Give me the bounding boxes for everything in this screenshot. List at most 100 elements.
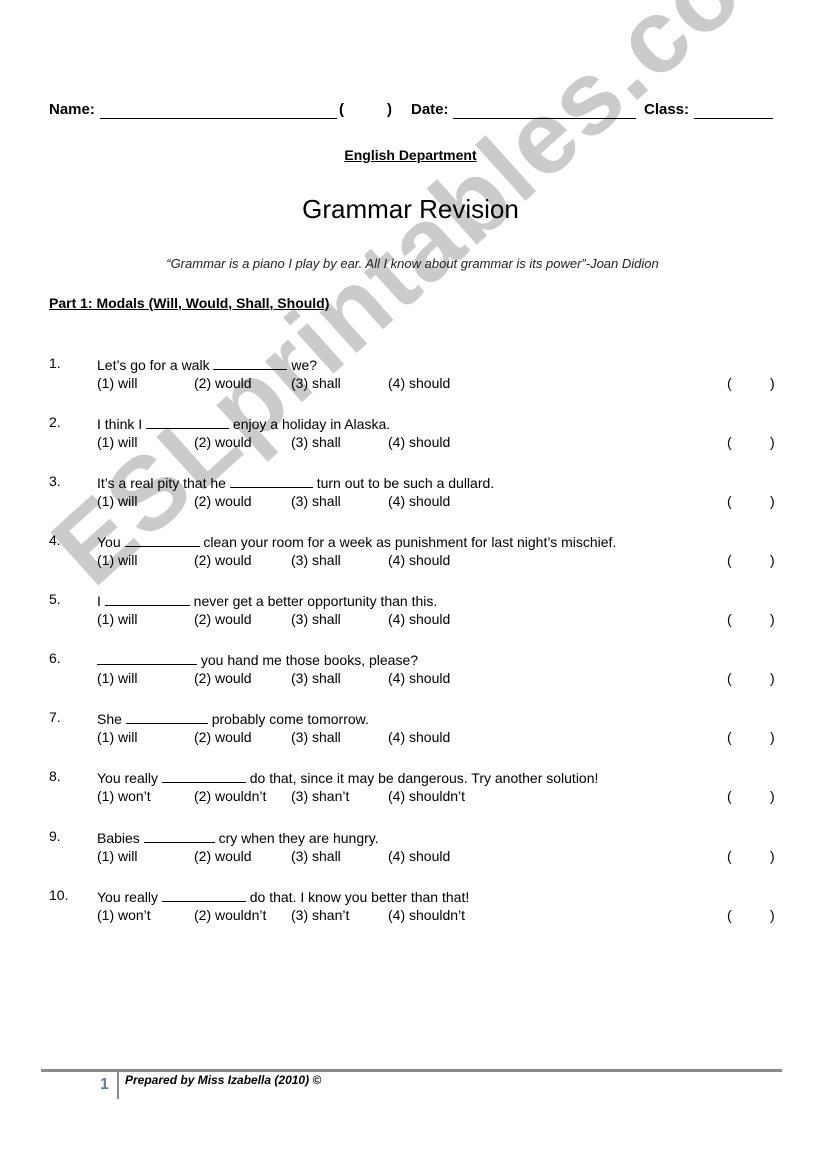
option-2[interactable]: (2) wouldn’t — [194, 907, 266, 923]
footer-divider — [41, 1069, 782, 1072]
answer-blank[interactable] — [124, 532, 200, 547]
option-4[interactable]: (4) should — [388, 493, 450, 509]
stem-before: It’s a real pity that he — [97, 475, 230, 491]
question-item: 2. I think I enjoy a holiday in Alaska. (1… — [0, 414, 821, 454]
option-3[interactable]: (3) shall — [291, 670, 341, 686]
part-heading: Part 1: Modals (Will, Would, Shall, Shou… — [49, 295, 330, 311]
answer-paren-close: ) — [770, 434, 775, 450]
option-2[interactable]: (2) would — [194, 848, 252, 864]
answer-paren-open: ( — [727, 493, 732, 509]
answer-blank[interactable] — [161, 887, 246, 902]
stem-before: You — [97, 534, 125, 550]
option-1[interactable]: (1) will — [97, 848, 137, 864]
option-4[interactable]: (4) should — [388, 848, 450, 864]
answer-paren-close: ) — [770, 907, 775, 923]
question-item: 3. It’s a real pity that he turn out to b… — [0, 473, 821, 513]
question-number: 5. — [49, 591, 61, 607]
answer-blank[interactable] — [143, 828, 215, 843]
question-item: 8. You really do that, since it may be da… — [0, 768, 821, 808]
answer-blank[interactable] — [161, 768, 246, 783]
department-heading: English Department — [344, 147, 477, 163]
question-number: 2. — [49, 414, 61, 430]
index-number-field[interactable] — [347, 101, 385, 119]
answer-paren-close: ) — [770, 552, 775, 568]
option-1[interactable]: (1) will — [97, 670, 137, 686]
stem-after: you hand me those books, please? — [197, 652, 419, 668]
option-4[interactable]: (4) should — [388, 375, 450, 391]
stem-before: She — [97, 711, 126, 727]
stem-before: You really — [97, 770, 162, 786]
footer-separator — [117, 1072, 119, 1099]
option-2[interactable]: (2) would — [194, 611, 252, 627]
answer-paren-close: ) — [770, 375, 775, 391]
option-2[interactable]: (2) would — [194, 434, 252, 450]
quote: “Grammar is a piano I play by ear. All I… — [166, 256, 659, 271]
option-3[interactable]: (3) shall — [291, 375, 341, 391]
option-4[interactable]: (4) should — [388, 611, 450, 627]
question-stem: She probably come tomorrow. — [97, 709, 369, 727]
option-1[interactable]: (1) will — [97, 552, 137, 568]
question-stem: I think I enjoy a holiday in Alaska. — [97, 414, 390, 432]
option-4[interactable]: (4) should — [388, 434, 450, 450]
option-3[interactable]: (3) shall — [291, 611, 341, 627]
option-2[interactable]: (2) would — [194, 552, 252, 568]
option-4[interactable]: (4) should — [388, 670, 450, 686]
question-item: 10. You really do that. I know you better… — [0, 887, 821, 927]
answer-paren-close: ) — [770, 670, 775, 686]
option-1[interactable]: (1) will — [97, 729, 137, 745]
option-1[interactable]: (1) won’t — [97, 788, 151, 804]
student-info-header: Name: ( ) Date: Class: — [49, 101, 779, 123]
index-paren-close: ) — [387, 101, 392, 118]
option-4[interactable]: (4) shouldn’t — [388, 907, 465, 923]
class-field[interactable] — [694, 118, 773, 119]
stem-after: do that. I know you better than that! — [245, 889, 470, 905]
answer-paren-close: ) — [770, 788, 775, 804]
option-1[interactable]: (1) will — [97, 375, 137, 391]
option-3[interactable]: (3) shall — [291, 729, 341, 745]
answer-blank[interactable] — [213, 355, 288, 370]
answer-paren-close: ) — [770, 729, 775, 745]
option-3[interactable]: (3) shall — [291, 493, 341, 509]
option-2[interactable]: (2) would — [194, 670, 252, 686]
option-2[interactable]: (2) would — [194, 375, 252, 391]
option-3[interactable]: (3) shall — [291, 848, 341, 864]
option-4[interactable]: (4) should — [388, 729, 450, 745]
question-number: 9. — [49, 828, 61, 844]
answer-paren-open: ( — [727, 907, 732, 923]
answer-blank[interactable] — [104, 591, 190, 606]
option-2[interactable]: (2) would — [194, 493, 252, 509]
question-number: 10. — [49, 887, 69, 903]
option-3[interactable]: (3) shan’t — [291, 788, 349, 804]
option-2[interactable]: (2) wouldn’t — [194, 788, 266, 804]
option-2[interactable]: (2) would — [194, 729, 252, 745]
option-4[interactable]: (4) should — [388, 552, 450, 568]
question-stem: Babies cry when they are hungry. — [97, 828, 379, 846]
question-stem: You really do that. I know you better th… — [97, 887, 469, 905]
option-1[interactable]: (1) will — [97, 611, 137, 627]
stem-after: probably come tomorrow. — [207, 711, 369, 727]
option-3[interactable]: (3) shall — [291, 434, 341, 450]
question-number: 8. — [49, 768, 61, 784]
question-number: 1. — [49, 355, 61, 371]
option-3[interactable]: (3) shall — [291, 552, 341, 568]
option-3[interactable]: (3) shan’t — [291, 907, 349, 923]
answer-paren-open: ( — [727, 375, 732, 391]
stem-after: cry when they are hungry. — [214, 830, 379, 846]
answer-blank[interactable] — [125, 709, 208, 724]
option-1[interactable]: (1) won’t — [97, 907, 151, 923]
option-4[interactable]: (4) shouldn’t — [388, 788, 465, 804]
page-title: Grammar Revision — [302, 194, 519, 224]
answer-blank[interactable] — [97, 650, 197, 665]
stem-before: You really — [97, 889, 162, 905]
answer-blank[interactable] — [146, 414, 230, 429]
name-field[interactable] — [100, 118, 337, 119]
date-field[interactable] — [453, 118, 636, 119]
stem-after: never get a better opportunity than this… — [189, 593, 438, 609]
stem-before: Babies — [97, 830, 144, 846]
option-1[interactable]: (1) will — [97, 493, 137, 509]
stem-before: I — [97, 593, 105, 609]
stem-after: do that, since it may be dangerous. Try … — [245, 770, 599, 786]
answer-blank[interactable] — [229, 473, 313, 488]
worksheet-page: ESLprintables.com Name: ( ) Date: Class:… — [0, 0, 821, 1169]
option-1[interactable]: (1) will — [97, 434, 137, 450]
